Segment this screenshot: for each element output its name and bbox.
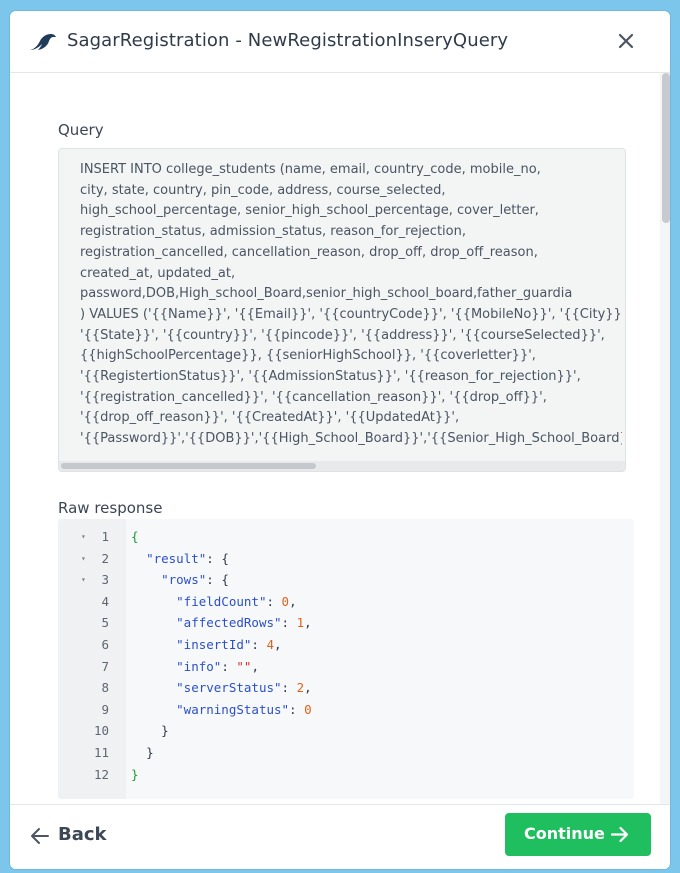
- code-token: 1: [296, 615, 305, 631]
- continue-button-label: Continue: [524, 824, 605, 843]
- code-token: "": [236, 658, 252, 674]
- code-token: 4: [266, 637, 275, 652]
- code-line: 4 "fieldCount": 0,: [58, 591, 634, 613]
- arrow-right-icon: [611, 826, 629, 843]
- code-content: }: [131, 764, 139, 786]
- code-token: }: [131, 766, 139, 782]
- modal-footer: Back Continue: [10, 804, 670, 869]
- continue-button[interactable]: Continue: [505, 813, 651, 856]
- code-token: ,: [304, 615, 312, 631]
- code-content: }: [131, 742, 154, 764]
- code-line: ▾ 2 "result": {: [58, 548, 634, 570]
- code-token: 0: [304, 701, 312, 717]
- modal-body: Query INSERT INTO college_students (name…: [10, 73, 670, 804]
- modal-header: SagarRegistration - NewRegistrationInser…: [10, 11, 670, 73]
- code-content: "rows": {: [131, 569, 229, 591]
- code-token: : {: [206, 550, 229, 566]
- query-scrollbar-thumb[interactable]: [61, 463, 316, 469]
- line-number: 3: [101, 572, 109, 588]
- line-number: 8: [101, 680, 109, 696]
- line-number: 5: [101, 615, 109, 631]
- code-content: }: [131, 720, 169, 742]
- code-line: 11 }: [58, 742, 634, 764]
- code-token: "insertId": [176, 637, 252, 652]
- code-token: "rows": [161, 572, 207, 588]
- code-line: 6 "insertId": 4,: [58, 634, 634, 656]
- code-token: :: [281, 615, 297, 631]
- code-token: :: [221, 658, 237, 674]
- line-number: 7: [101, 658, 109, 674]
- modal-dialog: SagarRegistration - NewRegistrationInser…: [10, 11, 670, 869]
- code-content: "insertId": 4,: [131, 634, 282, 656]
- line-number: 10: [93, 723, 109, 739]
- line-number: 12: [93, 766, 109, 782]
- code-token: "result": [146, 550, 207, 566]
- line-number: 4: [101, 593, 109, 609]
- code-token: 0: [281, 593, 290, 609]
- modal-title: SagarRegistration - NewRegistrationInser…: [67, 30, 509, 51]
- code-token: ,: [251, 658, 259, 674]
- code-token: :: [251, 637, 267, 652]
- back-button-label: Back: [58, 824, 107, 845]
- code-line: 12}: [58, 764, 634, 786]
- query-box[interactable]: INSERT INTO college_students (name, emai…: [58, 148, 626, 472]
- code-token: }: [146, 745, 154, 760]
- code-line: 10 }: [58, 720, 634, 742]
- code-token: "info": [176, 658, 222, 674]
- code-line: 8 "serverStatus": 2,: [58, 677, 634, 699]
- query-label: Query: [58, 121, 104, 139]
- code-token: ,: [274, 637, 282, 652]
- query-text: INSERT INTO college_students (name, emai…: [80, 162, 622, 447]
- close-icon[interactable]: [615, 30, 637, 52]
- line-number: 2: [101, 550, 109, 566]
- line-number: 9: [101, 701, 109, 717]
- code-line: ▾ 3 "rows": {: [58, 569, 634, 591]
- code-token: "fieldCount": [176, 593, 267, 609]
- code-line: 7 "info": "",: [58, 656, 634, 678]
- code-token: "affectedRows": [176, 615, 282, 631]
- code-token: ,: [289, 593, 297, 609]
- code-token: : {: [206, 572, 229, 588]
- code-token: }: [161, 723, 169, 739]
- code-content: "fieldCount": 0,: [131, 591, 297, 613]
- code-content: "serverStatus": 2,: [131, 677, 312, 699]
- raw-response-code: ▾ 1{▾ 2 "result": {▾ 3 "rows": {4 "fieldCou…: [58, 519, 634, 799]
- bird-logo-icon: [30, 34, 56, 50]
- code-token: :: [289, 701, 305, 717]
- code-line: 5 "affectedRows": 1,: [58, 612, 634, 634]
- line-number: 11: [93, 745, 109, 760]
- code-content: "result": {: [131, 548, 229, 570]
- code-token: :: [281, 680, 297, 696]
- code-line: ▾ 1{: [58, 526, 634, 548]
- raw-response-label: Raw response: [58, 499, 163, 517]
- code-token: {: [131, 529, 139, 544]
- arrow-left-icon: [31, 828, 49, 844]
- code-line: 9 "warningStatus": 0: [58, 699, 634, 721]
- code-content: "info": "",: [131, 656, 259, 678]
- code-token: "warningStatus": [176, 701, 290, 717]
- line-number: 1: [101, 529, 109, 544]
- code-token: :: [266, 593, 282, 609]
- code-token: "serverStatus": [176, 680, 282, 696]
- code-content: "warningStatus": 0: [131, 699, 312, 721]
- code-content: {: [131, 526, 139, 548]
- modal-scrollbar-thumb[interactable]: [662, 73, 670, 223]
- line-number: 6: [101, 637, 109, 652]
- code-content: "affectedRows": 1,: [131, 612, 312, 634]
- code-token: ,: [304, 680, 312, 696]
- code-token: 2: [296, 680, 305, 696]
